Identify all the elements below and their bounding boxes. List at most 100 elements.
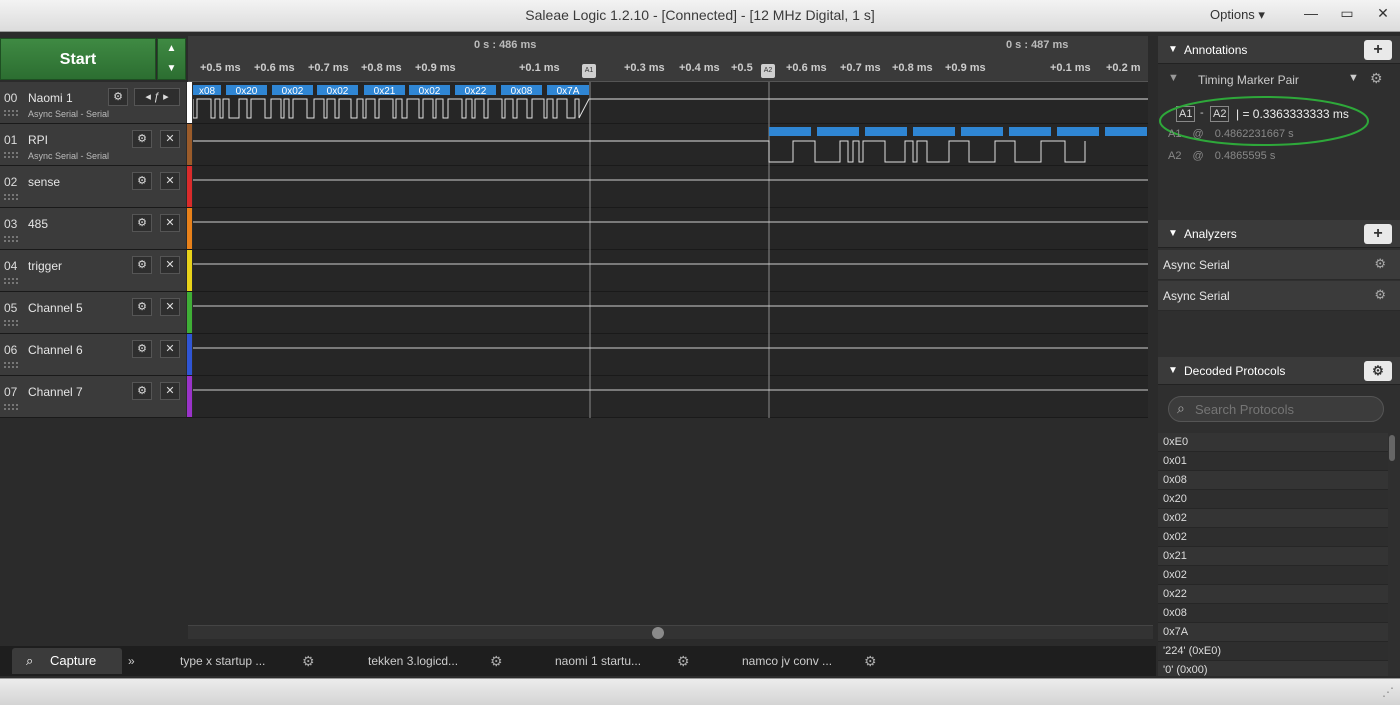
channel-settings-button[interactable]: ⚙ bbox=[132, 298, 152, 316]
decoded-byte-box[interactable] bbox=[961, 127, 1003, 136]
gear-icon[interactable]: ⚙ bbox=[1374, 287, 1386, 303]
drag-handle-icon[interactable] bbox=[4, 320, 18, 326]
channel-name[interactable]: 485 bbox=[28, 217, 48, 231]
search-box[interactable]: ⌕ bbox=[1168, 396, 1384, 422]
close-button[interactable]: ✕ bbox=[1372, 4, 1394, 24]
channel-name[interactable]: RPI bbox=[28, 133, 48, 147]
channel-settings-button[interactable]: ⚙ bbox=[108, 88, 128, 106]
drag-handle-icon[interactable] bbox=[4, 236, 18, 242]
decoded-item[interactable]: 0x22 bbox=[1158, 585, 1388, 604]
decoded-byte-box[interactable] bbox=[913, 127, 955, 136]
channel-close-button[interactable]: ✕ bbox=[160, 172, 180, 190]
decoded-byte-box[interactable] bbox=[865, 127, 907, 136]
decoded-item[interactable]: 0x7A bbox=[1158, 623, 1388, 642]
decoded-item[interactable]: 0x02 bbox=[1158, 528, 1388, 547]
channel-close-button[interactable]: ✕ bbox=[160, 130, 180, 148]
drag-handle-icon[interactable] bbox=[4, 194, 18, 200]
channel-name[interactable]: Channel 6 bbox=[28, 343, 83, 357]
decoded-item[interactable]: '0' (0x00) bbox=[1158, 661, 1388, 676]
gear-icon[interactable]: ⚙ bbox=[1374, 256, 1386, 272]
channel-settings-button[interactable]: ⚙ bbox=[132, 382, 152, 400]
decoded-settings-button[interactable]: ⚙ bbox=[1364, 361, 1392, 381]
decoded-protocols-header[interactable]: ▼ Decoded Protocols ⚙ bbox=[1158, 357, 1400, 385]
channel-close-button[interactable]: ✕ bbox=[160, 340, 180, 358]
channel-settings-button[interactable]: ⚙ bbox=[132, 172, 152, 190]
channel-name[interactable]: Channel 5 bbox=[28, 301, 83, 315]
decoded-item[interactable]: 0x02 bbox=[1158, 509, 1388, 528]
maximize-button[interactable]: ▭ bbox=[1336, 4, 1358, 24]
decoded-item[interactable]: 0x20 bbox=[1158, 490, 1388, 509]
channel-name[interactable]: sense bbox=[28, 175, 60, 189]
dropdown-icon[interactable]: ▼ bbox=[1348, 72, 1359, 84]
channel-info[interactable]: 01 RPI Async Serial - Serial ⚙ ✕ bbox=[0, 124, 186, 165]
timing-marker-pair-row[interactable]: ▼ Timing Marker Pair ▼ ⚙ bbox=[1158, 66, 1400, 94]
resize-grip-icon[interactable]: ⋰ bbox=[1382, 685, 1394, 699]
channel-name[interactable]: trigger bbox=[28, 259, 62, 273]
drag-handle-icon[interactable] bbox=[4, 278, 18, 284]
channel-info[interactable]: 06 Channel 6 ⚙ ✕ bbox=[0, 334, 186, 375]
decoded-item[interactable]: 0x21 bbox=[1158, 547, 1388, 566]
session-tab[interactable]: namco jv conv ... ⚙ bbox=[730, 649, 877, 673]
channel-close-button[interactable]: ✕ bbox=[160, 382, 180, 400]
annotations-header[interactable]: ▼ Annotations + bbox=[1158, 36, 1400, 64]
drag-handle-icon[interactable] bbox=[4, 152, 18, 158]
gear-icon[interactable]: ⚙ bbox=[864, 649, 877, 673]
channel-settings-button[interactable]: ⚙ bbox=[132, 130, 152, 148]
decoded-item[interactable]: 0x01 bbox=[1158, 452, 1388, 471]
decoded-item[interactable]: 0x02 bbox=[1158, 566, 1388, 585]
decoded-item[interactable]: 0x08 bbox=[1158, 604, 1388, 623]
gear-icon[interactable]: ⚙ bbox=[302, 649, 315, 673]
horizontal-scrollbar[interactable] bbox=[188, 625, 1153, 639]
channel-info[interactable]: 02 sense ⚙ ✕ bbox=[0, 166, 186, 207]
channel-info[interactable]: 04 trigger ⚙ ✕ bbox=[0, 250, 186, 291]
decoded-byte-box[interactable] bbox=[1009, 127, 1051, 136]
decoded-byte-box[interactable] bbox=[817, 127, 859, 136]
channel-info[interactable]: 05 Channel 5 ⚙ ✕ bbox=[0, 292, 186, 333]
decoded-item[interactable]: 0xE0 bbox=[1158, 433, 1388, 452]
channel-info[interactable]: 00 Naomi 1 Async Serial - Serial ⚙ ◂ ƒ ▸ bbox=[0, 82, 186, 123]
channel-settings-button[interactable]: ⚙ bbox=[132, 256, 152, 274]
analyzer-item[interactable]: Async Serial ⚙ bbox=[1158, 281, 1400, 311]
start-button[interactable]: Start bbox=[0, 38, 156, 80]
session-tab[interactable]: tekken 3.logicd... ⚙ bbox=[356, 649, 503, 673]
trigger-buttons[interactable]: ◂ ƒ ▸ bbox=[134, 88, 180, 106]
decoded-list-scrollbar[interactable] bbox=[1389, 435, 1395, 461]
gear-icon[interactable]: ⚙ bbox=[677, 649, 690, 673]
add-analyzer-button[interactable]: + bbox=[1364, 224, 1392, 244]
channel-close-button[interactable]: ✕ bbox=[160, 298, 180, 316]
channel-close-button[interactable]: ✕ bbox=[160, 256, 180, 274]
marker-a2-flag[interactable]: A2 bbox=[761, 64, 775, 78]
drag-handle-icon[interactable] bbox=[4, 362, 18, 368]
tabs-more-button[interactable]: » bbox=[128, 649, 135, 673]
minimize-button[interactable]: — bbox=[1300, 4, 1322, 24]
time-ruler[interactable]: 0 s : 486 ms 0 s : 487 ms +0.5 ms +0.6 ms… bbox=[188, 36, 1148, 82]
options-menu[interactable]: Options ▾ bbox=[1210, 7, 1265, 23]
decoded-byte-box[interactable] bbox=[1105, 127, 1147, 136]
start-options-arrows[interactable]: ▲ ▼ bbox=[157, 38, 186, 80]
decoded-byte-box[interactable] bbox=[769, 127, 811, 136]
add-annotation-button[interactable]: + bbox=[1364, 40, 1392, 60]
channel-info[interactable]: 03 485 ⚙ ✕ bbox=[0, 208, 186, 249]
channel-info[interactable]: 07 Channel 7 ⚙ ✕ bbox=[0, 376, 186, 417]
gear-icon[interactable]: ⚙ bbox=[1370, 70, 1383, 87]
tab-capture[interactable]: ⌕ Capture bbox=[12, 648, 122, 674]
session-tab[interactable]: naomi 1 startu... ⚙ bbox=[543, 649, 690, 673]
marker-a1-flag[interactable]: A1 bbox=[582, 64, 596, 78]
search-protocols-input[interactable] bbox=[1195, 401, 1375, 417]
decoded-item[interactable]: '224' (0xE0) bbox=[1158, 642, 1388, 661]
channel-name[interactable]: Naomi 1 bbox=[28, 91, 73, 105]
gear-icon[interactable]: ⚙ bbox=[490, 649, 503, 673]
session-tab[interactable]: type x startup ... ⚙ bbox=[168, 649, 315, 673]
waveform-canvas[interactable]: x08 0x20 0x02 0x02 0x21 0x02 0x22 0x08 0x7A bbox=[193, 82, 1148, 418]
decoded-byte-box[interactable] bbox=[1057, 127, 1099, 136]
drag-handle-icon[interactable] bbox=[4, 404, 18, 410]
decoded-item[interactable]: 0x08 bbox=[1158, 471, 1388, 490]
channel-settings-button[interactable]: ⚙ bbox=[132, 214, 152, 232]
decoded-protocols-list[interactable]: 0xE0 0x01 0x08 0x20 0x02 0x02 0x21 0x02 0x22 0x08… bbox=[1158, 433, 1388, 676]
channel-close-button[interactable]: ✕ bbox=[160, 214, 180, 232]
channel-name[interactable]: Channel 7 bbox=[28, 385, 83, 399]
drag-handle-icon[interactable] bbox=[4, 110, 18, 116]
analyzers-header[interactable]: ▼ Analyzers + bbox=[1158, 220, 1400, 248]
analyzer-item[interactable]: Async Serial ⚙ bbox=[1158, 250, 1400, 280]
scroll-thumb[interactable] bbox=[652, 627, 664, 639]
